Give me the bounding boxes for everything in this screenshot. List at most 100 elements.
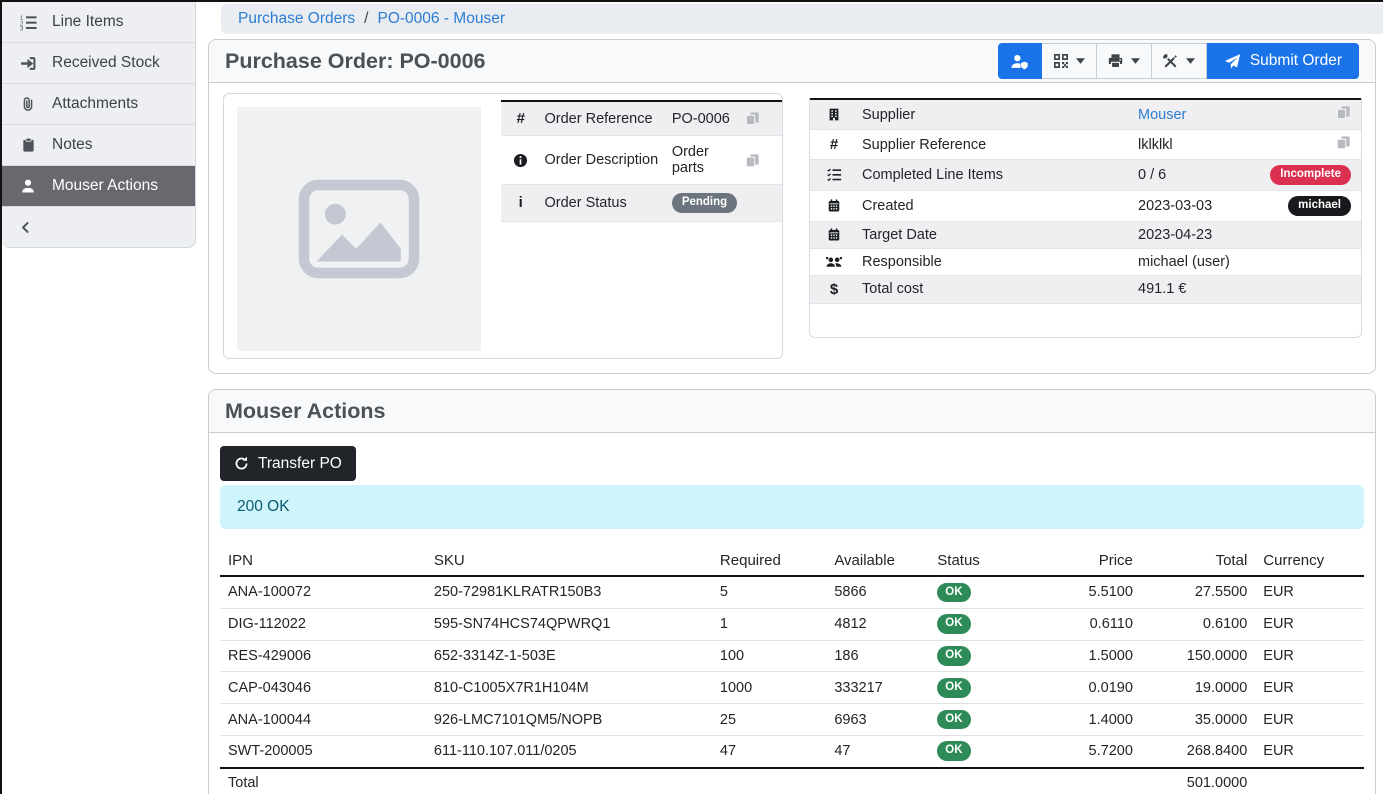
calendar-icon bbox=[810, 190, 858, 221]
order-image-placeholder bbox=[237, 107, 481, 351]
submit-order-button[interactable]: Submit Order bbox=[1207, 43, 1359, 79]
column-header-ipn: IPN bbox=[220, 546, 426, 576]
column-header-available: Available bbox=[826, 546, 929, 576]
detail-value: PO-0006 bbox=[668, 101, 741, 136]
table-row: ANA-100044 926-LMC7101QM5/NOPB 25 6963 O… bbox=[220, 704, 1364, 736]
status-ok-badge: OK bbox=[937, 646, 970, 666]
copy-icon[interactable] bbox=[741, 101, 782, 136]
column-header-required: Required bbox=[712, 546, 826, 576]
sidebar-item-mouser-actions[interactable]: Mouser Actions bbox=[2, 166, 195, 207]
cell-ipn: RES-429006 bbox=[220, 640, 426, 672]
detail-label: Supplier Reference bbox=[858, 130, 1134, 160]
calendar-icon bbox=[810, 221, 858, 248]
sidebar-item-label: Received Stock bbox=[52, 54, 160, 72]
qrcode-icon bbox=[1053, 53, 1069, 69]
table-row: i Order Status Pending bbox=[501, 185, 782, 222]
table-row: # Order Reference PO-0006 bbox=[501, 101, 782, 136]
mouser-actions-title: Mouser Actions bbox=[225, 399, 385, 424]
send-icon bbox=[1224, 53, 1241, 70]
print-actions-button[interactable] bbox=[1097, 43, 1152, 79]
transfer-po-button[interactable]: Transfer PO bbox=[220, 446, 356, 481]
dollar-icon: $ bbox=[810, 275, 858, 303]
cell-price: 1.5000 bbox=[1038, 640, 1141, 672]
clipboard-icon bbox=[16, 137, 40, 153]
detail-value: michael (user) bbox=[1134, 248, 1247, 275]
hashtag-icon: # bbox=[810, 130, 858, 160]
status-ok-badge: OK bbox=[937, 583, 970, 603]
table-row: ANA-100072 250-72981KLRATR150B3 5 5866 O… bbox=[220, 576, 1364, 608]
cell-sku: 652-3314Z-1-503E bbox=[426, 640, 712, 672]
detail-label: Total cost bbox=[858, 275, 1134, 303]
status-alert: 200 OK bbox=[220, 485, 1364, 529]
cell-currency: EUR bbox=[1255, 576, 1364, 608]
detail-label: Completed Line Items bbox=[858, 160, 1134, 191]
cell-currency: EUR bbox=[1255, 704, 1364, 736]
sidebar-collapse-button[interactable] bbox=[2, 207, 195, 247]
table-row: SWT-200005 611-110.107.011/0205 47 47 OK… bbox=[220, 735, 1364, 767]
breadcrumb-link-po[interactable]: PO-0006 - Mouser bbox=[377, 10, 505, 28]
admin-user-button[interactable] bbox=[998, 43, 1042, 79]
barcode-actions-button[interactable] bbox=[1042, 43, 1097, 79]
detail-value: 491.1 € bbox=[1134, 275, 1247, 303]
caret-down-icon bbox=[1186, 58, 1195, 64]
cell-required: 100 bbox=[712, 640, 826, 672]
table-row: $ Total cost 491.1 € bbox=[810, 275, 1361, 303]
table-row: DIG-112022 595-SN74HCS74QPWRQ1 1 4812 OK… bbox=[220, 608, 1364, 640]
order-panel-header: Purchase Order: PO-0006 bbox=[209, 40, 1375, 83]
hashtag-icon: # bbox=[501, 101, 541, 136]
supplier-details-card: Supplier Mouser # Supplier Reference lkl… bbox=[809, 98, 1362, 338]
user-icon bbox=[16, 178, 40, 194]
purchase-order-panel: Purchase Order: PO-0006 bbox=[208, 39, 1376, 374]
transfer-po-label: Transfer PO bbox=[258, 455, 342, 473]
paperclip-icon bbox=[16, 96, 40, 112]
cell-price: 0.6110 bbox=[1038, 608, 1141, 640]
order-details-table: # Order Reference PO-0006 Order Descri bbox=[501, 100, 782, 222]
cell-available: 5866 bbox=[826, 576, 929, 608]
cell-sku: 250-72981KLRATR150B3 bbox=[426, 576, 712, 608]
sidebar-item-attachments[interactable]: Attachments bbox=[2, 84, 195, 125]
cell-currency: EUR bbox=[1255, 672, 1364, 704]
page-title: Purchase Order: PO-0006 bbox=[225, 49, 486, 74]
copy-icon[interactable] bbox=[741, 136, 782, 185]
info-circle-icon bbox=[501, 136, 541, 185]
copy-icon[interactable] bbox=[1247, 99, 1361, 130]
table-row: CAP-043046 810-C1005X7R1H104M 1000 33321… bbox=[220, 672, 1364, 704]
sidebar-item-label: Line Items bbox=[52, 13, 124, 31]
order-options-button[interactable] bbox=[1152, 43, 1207, 79]
detail-label: Order Reference bbox=[541, 101, 668, 136]
order-details-card: # Order Reference PO-0006 Order Descri bbox=[223, 93, 783, 359]
status-ok-badge: OK bbox=[937, 614, 970, 634]
sidebar-item-received-stock[interactable]: Received Stock bbox=[2, 43, 195, 84]
cell-ipn: ANA-100044 bbox=[220, 704, 426, 736]
users-icon bbox=[810, 248, 858, 275]
cell-total: 35.0000 bbox=[1141, 704, 1255, 736]
cell-total: 27.5500 bbox=[1141, 576, 1255, 608]
status-ok-badge: OK bbox=[937, 710, 970, 730]
breadcrumb-link-purchase-orders[interactable]: Purchase Orders bbox=[238, 10, 355, 28]
purchase-order-page: 123 Line Items Received Stock Attachment… bbox=[0, 0, 1383, 794]
detail-label: Order Status bbox=[541, 185, 668, 222]
cell-total: 150.0000 bbox=[1141, 640, 1255, 672]
order-panel-body: # Order Reference PO-0006 Order Descri bbox=[209, 83, 1375, 375]
detail-label: Supplier bbox=[858, 99, 1134, 130]
cell-available: 6963 bbox=[826, 704, 929, 736]
copy-icon[interactable] bbox=[1247, 130, 1361, 160]
column-header-currency: Currency bbox=[1255, 546, 1364, 576]
cell-required: 47 bbox=[712, 735, 826, 767]
cell-price: 0.0190 bbox=[1038, 672, 1141, 704]
sidebar-item-notes[interactable]: Notes bbox=[2, 125, 195, 166]
incomplete-badge: Incomplete bbox=[1270, 165, 1351, 185]
order-actions-toolbar: Submit Order bbox=[998, 43, 1359, 79]
order-details-table-wrap: # Order Reference PO-0006 Order Descri bbox=[501, 100, 782, 351]
supplier-details-table: Supplier Mouser # Supplier Reference lkl… bbox=[810, 98, 1361, 304]
supplier-link[interactable]: Mouser bbox=[1138, 107, 1186, 123]
printer-icon bbox=[1107, 53, 1124, 69]
breadcrumb-separator: / bbox=[364, 10, 368, 28]
cell-total: 268.8400 bbox=[1141, 735, 1255, 767]
table-row: Responsible michael (user) bbox=[810, 248, 1361, 275]
cell-sku: 595-SN74HCS74QPWRQ1 bbox=[426, 608, 712, 640]
cell-ipn: ANA-100072 bbox=[220, 576, 426, 608]
cell-available: 4812 bbox=[826, 608, 929, 640]
sidebar: 123 Line Items Received Stock Attachment… bbox=[2, 2, 196, 248]
sidebar-item-line-items[interactable]: 123 Line Items bbox=[2, 2, 195, 43]
